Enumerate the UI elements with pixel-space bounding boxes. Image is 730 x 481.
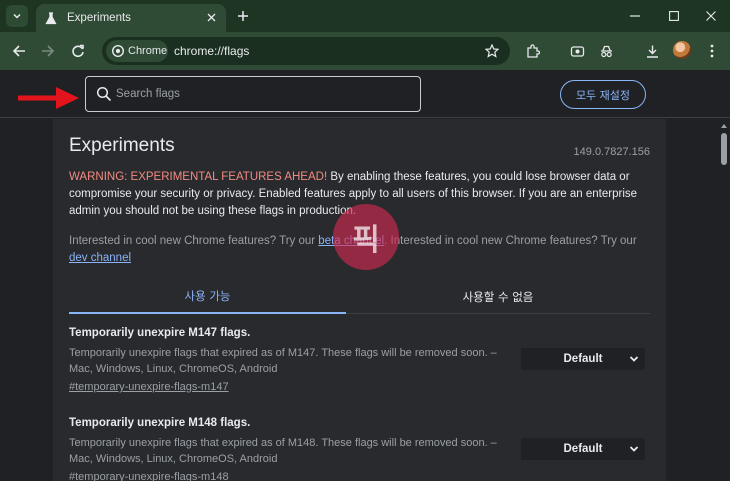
flag-item: Temporarily unexpire M147 flags. Tempora…	[69, 327, 650, 395]
bookmark-star-icon[interactable]	[484, 43, 500, 59]
page-title: Experiments	[69, 135, 175, 156]
url-text[interactable]: chrome://flags	[174, 44, 249, 58]
reload-button[interactable]	[68, 41, 88, 61]
chevron-down-icon	[629, 356, 639, 362]
flag-description: Temporarily unexpire flags that expired …	[69, 347, 497, 375]
arrow-left-icon	[12, 45, 25, 57]
close-icon[interactable]	[204, 10, 218, 24]
active-tab[interactable]: Experiments	[36, 4, 226, 32]
close-icon	[706, 11, 716, 21]
tab-title: Experiments	[67, 12, 131, 24]
flag-permalink[interactable]: #temporary-unexpire-flags-m148	[69, 471, 229, 481]
extensions-icon[interactable]	[523, 42, 541, 60]
dev-channel-link[interactable]: dev channel	[69, 252, 131, 264]
select-value: Default	[563, 443, 603, 455]
flask-icon	[44, 11, 58, 25]
site-info-chip[interactable]: Chrome	[106, 40, 168, 62]
chevron-down-icon	[13, 13, 21, 19]
reload-icon	[72, 44, 84, 58]
reset-all-button[interactable]: 모두 재설정	[560, 80, 646, 109]
incognito-icon[interactable]	[597, 42, 615, 60]
flag-tabs: 사용 가능 사용할 수 없음	[69, 279, 650, 314]
arrow-right-icon	[42, 45, 55, 57]
warning-heading: WARNING: EXPERIMENTAL FEATURES AHEAD!	[69, 171, 328, 183]
maximize-button[interactable]	[664, 6, 684, 26]
tab-search-button[interactable]	[6, 5, 28, 27]
search-box[interactable]	[85, 76, 421, 112]
screen-capture-icon[interactable]	[568, 42, 586, 60]
maximize-icon	[669, 11, 679, 21]
download-icon[interactable]	[643, 42, 661, 60]
address-bar[interactable]: Chrome chrome://flags	[102, 37, 510, 65]
chip-label: Chrome	[128, 45, 168, 57]
flag-title: Temporarily unexpire M147 flags.	[69, 327, 251, 339]
promo-text-1: Interested in cool new Chrome features? …	[69, 235, 319, 247]
select-value: Default	[563, 353, 603, 365]
avatar[interactable]	[673, 41, 691, 59]
plus-icon	[238, 11, 248, 21]
flag-description: Temporarily unexpire flags that expired …	[69, 437, 497, 465]
minimize-button[interactable]	[625, 6, 645, 26]
flag-item: Temporarily unexpire M148 flags. Tempora…	[69, 417, 650, 481]
forward-button[interactable]	[38, 41, 58, 61]
toolbar: Chrome chrome://flags	[0, 32, 730, 70]
chrome-icon	[112, 45, 124, 57]
tab-available[interactable]: 사용 가능	[69, 279, 346, 314]
flag-title: Temporarily unexpire M148 flags.	[69, 417, 251, 429]
watermark-logo: 픽	[333, 204, 399, 270]
more-menu-icon[interactable]	[703, 42, 721, 60]
flags-header: 모두 재설정	[0, 70, 730, 118]
flag-state-select[interactable]: Default	[521, 348, 645, 370]
scrollbar-thumb[interactable]	[721, 133, 727, 165]
search-input[interactable]	[116, 83, 406, 105]
minimize-icon	[630, 15, 640, 17]
close-window-button[interactable]	[701, 6, 721, 26]
annotation-arrow-icon	[18, 87, 79, 109]
new-tab-button[interactable]	[234, 7, 252, 25]
flag-state-select[interactable]: Default	[521, 438, 645, 460]
tab-strip: Experiments	[0, 0, 730, 32]
main-content: Experiments 149.0.7827.156 WARNING: EXPE…	[0, 119, 718, 481]
search-icon	[96, 86, 112, 102]
promo-text-2: . Interested in cool new Chrome features…	[384, 235, 637, 247]
tab-unavailable[interactable]: 사용할 수 없음	[346, 279, 650, 314]
experiments-panel: Experiments 149.0.7827.156 WARNING: EXPE…	[53, 119, 666, 481]
back-button[interactable]	[9, 41, 29, 61]
page-scrollbar[interactable]	[718, 119, 730, 481]
scroll-up-icon[interactable]	[720, 122, 728, 130]
flag-permalink[interactable]: #temporary-unexpire-flags-m147	[69, 381, 229, 393]
version-number: 149.0.7827.156	[573, 146, 650, 158]
chevron-down-icon	[629, 446, 639, 452]
